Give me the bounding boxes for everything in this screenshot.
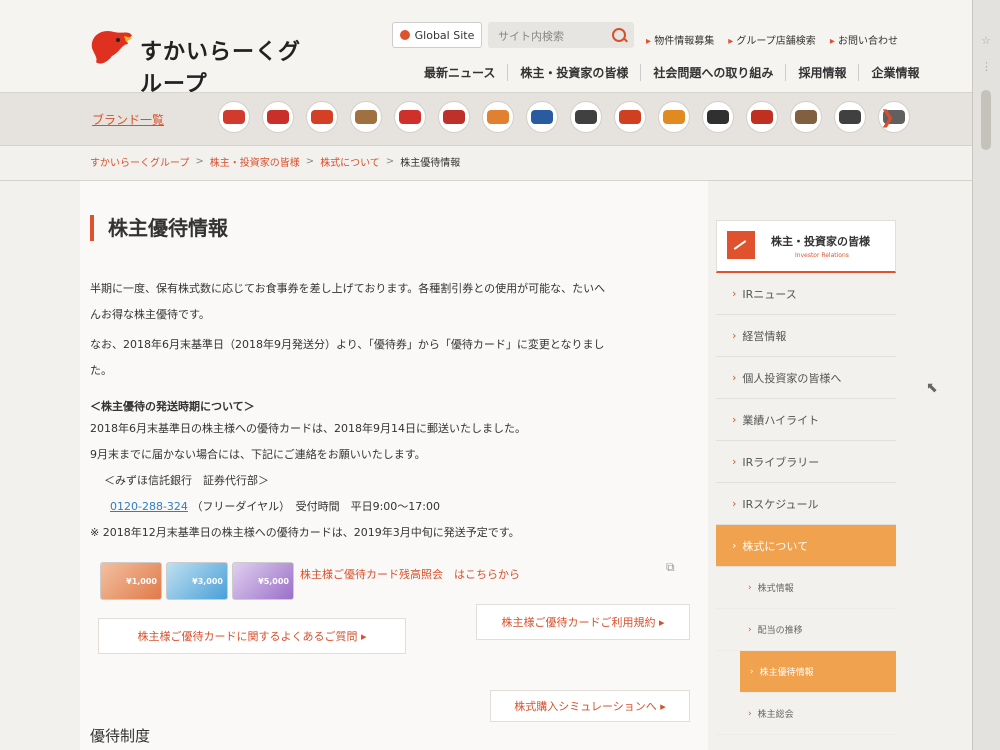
terms-button[interactable]: 株主様ご優待カードご利用規約 ▸ <box>476 604 690 640</box>
card-images[interactable]: ¥1,000 ¥3,000 ¥5,000 <box>100 562 294 600</box>
search-icon[interactable] <box>612 28 626 42</box>
change-line-2: た。 <box>90 364 112 377</box>
brand-tonkarakun-logo[interactable] <box>746 101 778 133</box>
sidebar-item-individual[interactable]: 個人投資家の皆様へ <box>716 357 896 399</box>
brand-aiya-logo[interactable] <box>526 101 558 133</box>
brand-ikiya-logo[interactable] <box>834 101 866 133</box>
search-placeholder: サイト内検索 <box>498 30 564 43</box>
scrollbar-thumb[interactable] <box>981 90 991 150</box>
card-balance-link[interactable]: 株主様ご優待カード残高照会 はこちらから <box>300 566 520 582</box>
brand-shabuyo-logo[interactable] <box>350 101 382 133</box>
sidebar-subtitle: Investor Relations <box>795 252 849 259</box>
main-nav: 最新ニュース 株主・投資家の皆様 社会問題への取り組み 採用情報 企業情報 <box>412 64 931 81</box>
shipping-line-1: 2018年6月末基準日の株主様への優待カードは、2018年9月14日に郵送いたし… <box>90 422 526 435</box>
crumb-stock[interactable]: 株式について <box>320 154 380 169</box>
globe-icon <box>399 30 410 40</box>
global-site-button[interactable]: Global Site <box>392 22 482 48</box>
mouse-cursor-icon: ⬉ <box>926 380 938 396</box>
sidebar-item-library[interactable]: IRライブラリー <box>716 441 896 483</box>
sidebar-subitem-stock-info[interactable]: 株式情報 <box>716 567 896 609</box>
brand-karayoshi-logo[interactable] <box>614 101 646 133</box>
simulation-button[interactable]: 株式購入シミュレーションへ ▸ <box>490 690 690 722</box>
nav-company[interactable]: 企業情報 <box>858 64 931 81</box>
chevron-right-icon[interactable]: ❯ <box>880 107 895 128</box>
intro-line-1: 半期に一度、保有株式数に応じてお食事券を差し上げております。各種割引券との使用が… <box>90 282 606 295</box>
nav-investors[interactable]: 株主・投資家の皆様 <box>507 64 640 81</box>
phone-note: （フリーダイヤル） 受付時間 平日9:00～17:00 <box>191 500 441 513</box>
site-search-input[interactable]: サイト内検索 <box>488 22 634 48</box>
sidebar-item-schedule[interactable]: IRスケジュール <box>716 483 896 525</box>
chart-icon <box>727 231 755 259</box>
sidebar-item-stock[interactable]: 株式について <box>716 525 896 567</box>
brand-logos <box>218 101 910 133</box>
sidebar-subitem-dividends[interactable]: 配当の推移 <box>716 609 896 651</box>
link-store-search[interactable]: グループ店舗検索 <box>728 32 815 47</box>
sidebar-item-management[interactable]: 経営情報 <box>716 315 896 357</box>
shipping-note: ※ 2018年12月末基準日の株主様への優待カードは、2019年3月中旬に発送予… <box>90 526 520 539</box>
contact-phone-row: 0120-288-324 （フリーダイヤル） 受付時間 平日9:00～17:00 <box>110 498 440 514</box>
shipping-line-2: 9月末までに届かない場合には、下記にご連絡をお願いいたします。 <box>90 448 426 461</box>
sidebar-item-ir-news[interactable]: IRニュース <box>716 273 896 315</box>
brand-bamiyan-logo[interactable] <box>262 101 294 133</box>
crumb-separator: > <box>385 156 395 167</box>
skylark-bird-icon <box>91 30 132 64</box>
brand-la-ohana-logo[interactable] <box>658 101 690 133</box>
browser-scrollbar[interactable]: ☆ ⋮ <box>972 0 1000 750</box>
brand-steak-gusto-logo[interactable] <box>438 101 470 133</box>
phone-link[interactable]: 0120-288-324 <box>110 500 188 513</box>
menu-icon[interactable]: ⋮ <box>981 60 992 73</box>
brand-list-link[interactable]: ブランド一覧 <box>92 111 164 128</box>
browser-viewport: すかいらーくグループ Global Site サイト内検索 物件情報募集 グルー… <box>0 0 972 750</box>
crumb-separator: > <box>195 156 204 167</box>
brand-chawan-2-logo[interactable] <box>702 101 734 133</box>
crumb-home[interactable]: すかいらーくグループ <box>90 154 189 169</box>
brand-bar: ブランド一覧 ❯ <box>0 92 972 146</box>
card-3000: ¥3,000 <box>166 562 228 600</box>
change-line-1: なお、2018年6月末基準日（2018年9月発送分）より、「優待券」から「優待カ… <box>90 338 605 351</box>
intro-paragraph: 半期に一度、保有株式数に応じてお食事券を差し上げております。各種割引券との使用が… <box>90 276 690 328</box>
change-paragraph: なお、2018年6月末基準日（2018年9月発送分）より、「優待券」から「優待カ… <box>90 332 690 384</box>
breadcrumb: すかいらーくグループ > 株主・投資家の皆様 > 株式について > 株主優待情報 <box>90 154 460 169</box>
crumb-current: 株主優待情報 <box>400 158 461 169</box>
brand-yumeshokudo-logo[interactable] <box>790 101 822 133</box>
brand-yumean-logo[interactable] <box>394 101 426 133</box>
faq-button[interactable]: 株主様ご優待カードに関するよくあるご質問 ▸ <box>98 618 406 654</box>
page-title: 株主優待情報 <box>90 215 228 241</box>
sidebar: 株主・投資家の皆様 Investor Relations IRニュース 経営情報… <box>716 220 896 735</box>
main-content <box>80 181 708 750</box>
brand-chawan-logo[interactable] <box>570 101 602 133</box>
logo-text: すかいらーくグループ <box>140 40 302 97</box>
section-heading: 優待制度 <box>90 727 151 745</box>
card-5000: ¥5,000 <box>232 562 294 600</box>
link-property-info[interactable]: 物件情報募集 <box>646 32 714 47</box>
brand-gusto-logo[interactable] <box>218 101 250 133</box>
nav-social[interactable]: 社会問題への取り組み <box>640 64 785 81</box>
sidebar-header[interactable]: 株主・投資家の皆様 Investor Relations <box>716 220 896 273</box>
brand-grazie-logo[interactable] <box>482 101 514 133</box>
crumb-separator: > <box>305 156 315 167</box>
sidebar-subitem-meeting[interactable]: 株主総会 <box>716 693 896 735</box>
sidebar-subitem-benefits[interactable]: 株主優待情報 <box>740 651 896 693</box>
site-header: すかいらーくグループ Global Site サイト内検索 物件情報募集 グルー… <box>0 0 972 97</box>
link-contact[interactable]: お問い合わせ <box>830 32 898 47</box>
card-1000: ¥1,000 <box>100 562 162 600</box>
sidebar-item-highlights[interactable]: 業績ハイライト <box>716 399 896 441</box>
logo[interactable]: すかいらーくグループ <box>88 26 308 97</box>
star-icon[interactable]: ☆ <box>981 34 991 47</box>
brand-jonathans-logo[interactable] <box>306 101 338 133</box>
contact-org: ＜みずほ信託銀行 証券代行部＞ <box>104 474 269 487</box>
crumb-investors[interactable]: 株主・投資家の皆様 <box>210 154 300 169</box>
global-site-label: Global Site <box>414 28 475 42</box>
utility-links: 物件情報募集 グループ店舗検索 お問い合わせ <box>646 32 898 47</box>
external-link-icon: ⧉ <box>666 560 675 574</box>
sidebar-title: 株主・投資家の皆様 <box>771 235 870 248</box>
intro-line-2: んお得な株主優待です。 <box>90 308 210 321</box>
nav-recruit[interactable]: 採用情報 <box>785 64 858 81</box>
nav-news[interactable]: 最新ニュース <box>412 64 507 81</box>
shipping-heading: ＜株主優待の発送時期について＞ <box>90 400 255 413</box>
